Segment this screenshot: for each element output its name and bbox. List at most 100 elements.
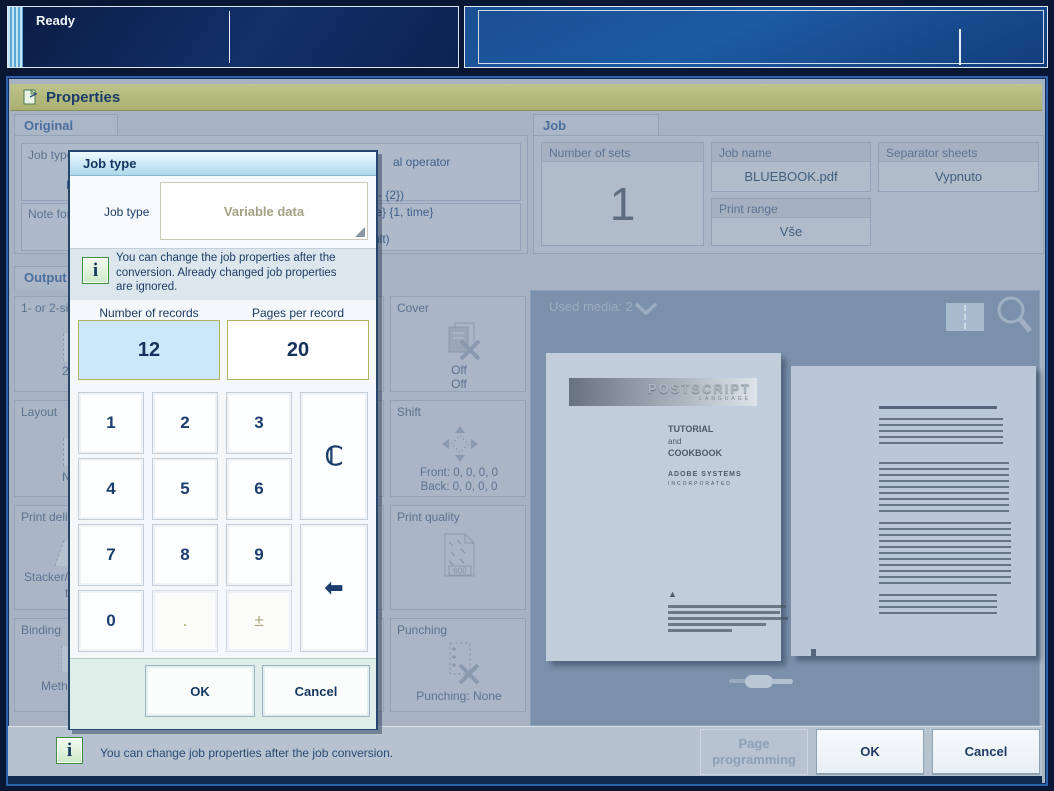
key-7[interactable]: 7 (78, 524, 144, 586)
dialog-ok-button[interactable]: OK (145, 665, 255, 717)
page-programming-button: Page programming (700, 729, 808, 775)
preview-area: Used media: 2 POSTSCRIPT LANGUAGE TUTORI… (530, 290, 1040, 726)
dialog-button-section: OK Cancel (70, 658, 376, 729)
key-clear-icon[interactable]: ℂ (300, 392, 368, 520)
shift-panel: Shift Front: 0, 0, 0, 0 Back: 0, 0, 0, 0 (390, 400, 526, 497)
key-5[interactable]: 5 (152, 458, 218, 520)
tab-output-label: Output (24, 270, 67, 285)
print-delivery-label: Print deliv (21, 510, 74, 524)
job-name-value: BLUEBOOK.pdf (712, 162, 870, 191)
job-type-dropdown[interactable]: Variable data (160, 182, 368, 240)
status-panel-left: Ready (7, 6, 459, 68)
footer-info-text: You can change job properties after the … (100, 746, 393, 760)
cover-icon (439, 321, 483, 363)
key-8[interactable]: 8 (152, 524, 218, 586)
pages-field[interactable]: 20 (227, 320, 369, 380)
separator-sheets-value: Vypnuto (879, 162, 1038, 191)
tab-job-label: Job (543, 118, 566, 133)
cover-address-line (668, 611, 780, 614)
original-fragment-2: - {2}) (378, 188, 404, 202)
number-of-sets-value: 1 (542, 162, 703, 245)
properties-icon (22, 88, 40, 106)
dropdown-corner-icon (355, 227, 365, 237)
key-2[interactable]: 2 (152, 392, 218, 454)
footer-ok-button[interactable]: OK (816, 729, 924, 775)
page2-paragraph (879, 462, 1009, 512)
cover-banner-title: POSTSCRIPT (569, 381, 751, 396)
key-3[interactable]: 3 (226, 392, 292, 454)
cover-panel: Cover Off Off (390, 296, 526, 392)
page2-paragraph (879, 418, 1003, 448)
cover-banner-subtitle: LANGUAGE (569, 396, 751, 402)
print-quality-dpi-text: 600 (453, 567, 467, 576)
cover-line3: COOKBOOK (668, 448, 722, 458)
dialog-info-text: You can change the job properties after … (116, 251, 348, 295)
cover-address-line (668, 623, 766, 626)
cover-address-line (668, 617, 788, 620)
cover-publisher2: INCORPORATED (668, 481, 732, 487)
key-9[interactable]: 9 (226, 524, 292, 586)
key-decimal: . (152, 590, 218, 652)
cover-banner: POSTSCRIPT LANGUAGE (569, 378, 757, 406)
dialog-info-section: i You can change the job properties afte… (70, 249, 376, 301)
shift-back-value: Back: 0, 0, 0, 0 (391, 481, 527, 493)
footer-bar: i You can change job properties after th… (8, 726, 1042, 777)
zoom-slider-handle[interactable] (745, 675, 773, 688)
print-range-label: Print range (712, 199, 870, 218)
print-quality-icon: 600 (439, 532, 479, 580)
cover-line1: TUTORIAL (668, 424, 713, 434)
key-6[interactable]: 6 (226, 458, 292, 520)
print-quality-panel: Print quality 600 (390, 505, 526, 610)
used-media-label[interactable]: Used media: 2 (549, 299, 633, 314)
tab-original: Original (14, 114, 118, 136)
cover-address-line (668, 629, 732, 632)
shift-front-value: Front: 0, 0, 0, 0 (391, 467, 527, 479)
footer-info-icon: i (56, 737, 83, 764)
window-bottom-strip (8, 776, 1042, 784)
number-of-sets-field: Number of sets 1 (541, 142, 704, 246)
tab-job: Job (533, 114, 659, 136)
key-4[interactable]: 4 (78, 458, 144, 520)
punching-icon (443, 641, 481, 685)
preview-page-cover: POSTSCRIPT LANGUAGE TUTORIAL and COOKBOO… (546, 353, 781, 661)
status-stripe (8, 7, 23, 67)
status-divider (229, 11, 230, 63)
original-fragment-3: te} {1, time} (372, 205, 433, 219)
job-name-field: Job name BLUEBOOK.pdf (711, 142, 871, 192)
footer-cancel-button[interactable]: Cancel (932, 729, 1040, 775)
zoom-magnifier-icon[interactable] (995, 295, 1035, 337)
window-titlebar: Properties (10, 84, 1042, 111)
print-delivery-value1: Stacker/s (24, 570, 74, 584)
key-backspace-icon[interactable]: ⬅ (300, 524, 368, 652)
cover-label: Cover (397, 301, 429, 315)
dialog-info-icon: i (82, 257, 109, 284)
original-operator-fragment: al operator (393, 155, 450, 169)
pages-label: Pages per record (227, 306, 369, 320)
cover-value1: Off (391, 363, 527, 377)
separator-sheets-field: Separator sheets Vypnuto (878, 142, 1039, 192)
page2-paragraph (879, 594, 997, 614)
preview-page-text (791, 366, 1036, 656)
dialog-jobtype-section: Job type Variable data (70, 176, 376, 249)
status-tick (959, 29, 961, 65)
key-0[interactable]: 0 (78, 590, 144, 652)
tab-original-label: Original (24, 118, 73, 133)
chevron-down-icon[interactable] (634, 302, 658, 316)
job-type-dropdown-value: Variable data (161, 183, 367, 239)
cover-line2: and (668, 437, 681, 446)
dialog-jobtype-label: Job type (104, 205, 149, 219)
sided-label: 1- or 2-sid (21, 301, 75, 315)
page2-page-number (811, 649, 816, 656)
spread-view-icon[interactable] (946, 303, 984, 331)
cover-address-line (668, 605, 786, 608)
shift-label: Shift (397, 405, 421, 419)
original-jobtype-label: Job type (28, 148, 73, 162)
records-field[interactable]: 12 (78, 320, 220, 380)
status-panel-right (464, 6, 1048, 68)
key-1[interactable]: 1 (78, 392, 144, 454)
dialog-keypad-section: Number of records Pages per record 12 20… (70, 300, 376, 658)
dialog-cancel-button[interactable]: Cancel (262, 665, 370, 717)
page2-paragraph (879, 522, 1011, 584)
number-of-sets-label: Number of sets (542, 143, 703, 162)
job-type-dialog: Job type Job type Variable data i You ca… (68, 150, 378, 730)
